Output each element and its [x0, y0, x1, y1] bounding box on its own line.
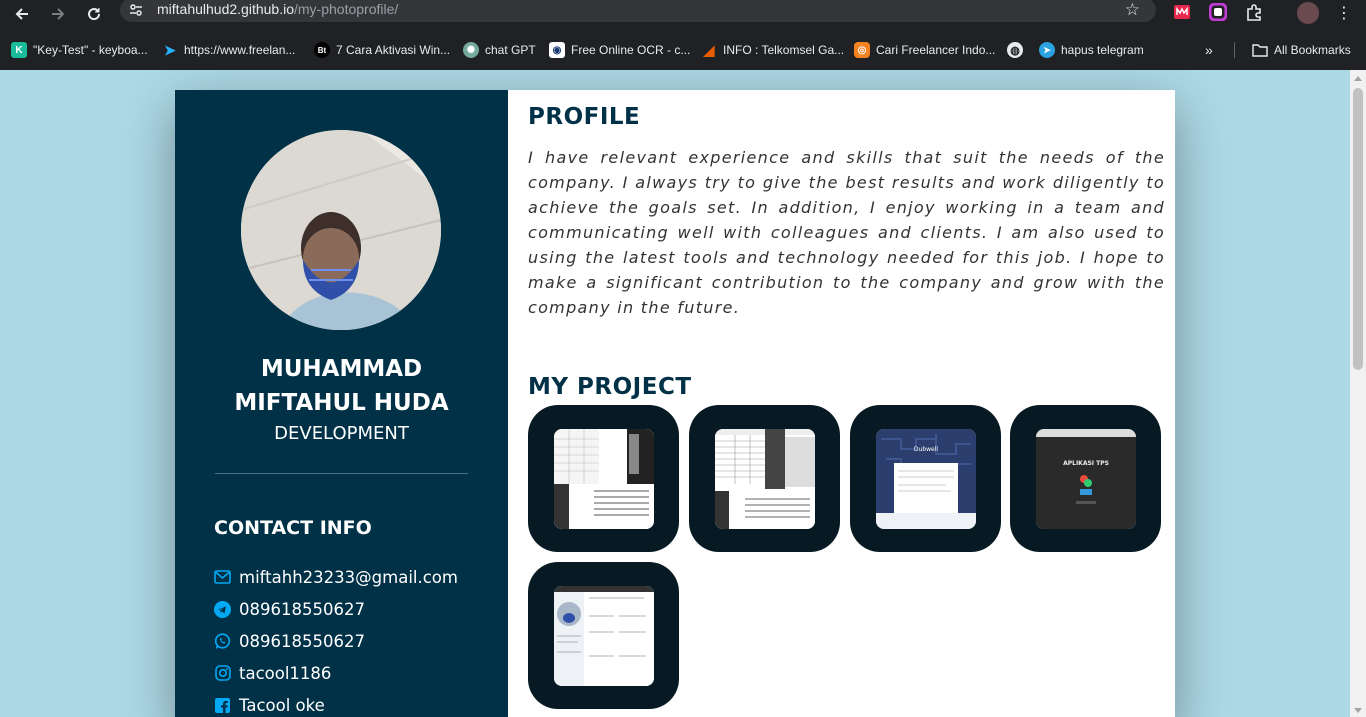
browser-chrome: miftahulhud2.github.io/my-photoprofile/ …: [0, 0, 1366, 70]
scrollbar-thumb[interactable]: [1353, 88, 1363, 370]
bookmark-label: Cari Freelancer Indo...: [876, 43, 996, 57]
freelancer-icon: ➤: [164, 41, 176, 58]
facebook-icon: [214, 697, 231, 714]
project-card-4[interactable]: APLIKASI TPS: [1010, 405, 1161, 552]
bookmark-label: INFO : Telkomsel Ga...: [723, 43, 845, 57]
folder-icon: [1252, 42, 1268, 58]
project-card-5[interactable]: [528, 562, 679, 709]
bookmark-label: hapus telegram: [1061, 43, 1144, 57]
project-card-3[interactable]: Dubwell: [850, 405, 1001, 552]
bookmark-item[interactable]: ➤ hapus telegram: [1039, 40, 1144, 60]
contact-whatsapp[interactable]: 089618550627: [214, 629, 365, 653]
sribulancer-icon: ◎: [854, 42, 870, 58]
extension-red-icon[interactable]: [1172, 2, 1192, 22]
telegram-icon: ➤: [1039, 42, 1055, 58]
ocr-icon: ◉: [549, 42, 565, 58]
svg-text:Dubwell: Dubwell: [913, 446, 937, 453]
profile-heading: PROFILE: [528, 104, 641, 130]
chatgpt-icon: ✺: [463, 42, 479, 58]
contact-email[interactable]: miftahh23233@gmail.com: [214, 565, 458, 589]
browser-toolbar: miftahulhud2.github.io/my-photoprofile/ …: [0, 0, 1366, 34]
project-heading: MY PROJECT: [528, 374, 692, 400]
name-line-1: MUHAMMAD: [260, 356, 423, 382]
globe-icon: ◍: [1007, 42, 1023, 58]
contact-telegram[interactable]: 089618550627: [214, 597, 365, 621]
project-thumbnail: Dubwell: [875, 428, 976, 529]
page-viewport: MUHAMMAD MIFTAHUL HUDA DEVELOPMENT CONTA…: [0, 70, 1350, 717]
reload-icon[interactable]: [80, 0, 108, 28]
browser-menu-icon[interactable]: ⋮: [1334, 2, 1354, 22]
bookmark-label: Free Online OCR - c...: [571, 43, 691, 57]
bookmark-item[interactable]: ◍: [1007, 40, 1029, 60]
project-thumbnail: [553, 585, 654, 686]
bookmark-label: chat GPT: [485, 43, 536, 57]
project-card-1[interactable]: [528, 405, 679, 552]
extensions-puzzle-icon[interactable]: [1244, 2, 1264, 22]
bookmark-label: 7 Cara Aktivasi Win...: [336, 43, 451, 57]
profile-name: MUHAMMAD MIFTAHUL HUDA: [175, 352, 508, 420]
bookmark-label: "Key-Test" - keyboa...: [33, 43, 148, 57]
project-caption: APLIKASI TPS: [1063, 460, 1109, 467]
bookmark-item[interactable]: Bt 7 Cara Aktivasi Win...: [314, 40, 450, 60]
project-thumbnail: [714, 428, 815, 529]
forward-icon[interactable]: [44, 0, 72, 28]
profile-description: I have relevant experience and skills th…: [528, 148, 1165, 317]
scroll-up-icon[interactable]: [1354, 76, 1362, 81]
contact-info-heading: CONTACT INFO: [214, 517, 372, 539]
bookmark-item[interactable]: ◎ Cari Freelancer Indo...: [854, 40, 995, 60]
project-card-2[interactable]: [689, 405, 840, 552]
scroll-down-icon[interactable]: [1354, 708, 1362, 713]
telkomsel-icon: ◢: [703, 41, 715, 58]
keytest-icon: K: [11, 42, 27, 58]
bookmark-item[interactable]: K "Key-Test" - keyboa...: [11, 40, 148, 60]
telegram-icon: [214, 600, 231, 618]
bookmark-item[interactable]: ◢ INFO : Telkomsel Ga...: [701, 40, 845, 60]
profile-role: DEVELOPMENT: [274, 423, 409, 444]
project-thumbnail: [553, 428, 654, 529]
contact-text: 089618550627: [239, 631, 365, 651]
extension-color-icon[interactable]: [1208, 2, 1228, 22]
address-bar[interactable]: miftahulhud2.github.io/my-photoprofile/ …: [120, 0, 1156, 22]
bookmark-item[interactable]: ➤ https://www.freelan...: [162, 40, 295, 60]
url-text: miftahulhud2.github.io/my-photoprofile/: [157, 1, 399, 17]
bt-icon: Bt: [314, 42, 330, 58]
bookmarks-bar: K "Key-Test" - keyboa... ➤ https://www.f…: [0, 36, 1366, 62]
resume-card: MUHAMMAD MIFTAHUL HUDA DEVELOPMENT CONTA…: [175, 90, 1175, 717]
instagram-icon: [214, 665, 231, 682]
page-scrollbar[interactable]: [1350, 70, 1366, 717]
project-thumbnail: APLIKASI TPS: [1035, 428, 1136, 529]
whatsapp-icon: [214, 632, 231, 650]
contact-text: tacool1186: [239, 663, 332, 683]
bookmark-label: https://www.freelan...: [184, 43, 296, 57]
main-content: PROFILE I have relevant experience and s…: [508, 90, 1175, 717]
bookmarks-divider: [1234, 42, 1235, 58]
contact-facebook[interactable]: Tacool oke: [214, 693, 325, 717]
contact-text: miftahh23233@gmail.com: [239, 567, 458, 587]
contact-text: Tacool oke: [239, 695, 325, 715]
site-info-icon[interactable]: [128, 2, 144, 18]
name-line-2: MIFTAHUL HUDA: [234, 390, 449, 416]
profile-photo: [241, 130, 441, 330]
contact-instagram[interactable]: tacool1186: [214, 661, 331, 685]
more-bookmarks-icon[interactable]: »: [1205, 40, 1213, 60]
email-icon: [214, 569, 231, 586]
bookmark-star-icon[interactable]: ☆: [1125, 0, 1140, 20]
bookmark-item[interactable]: ◉ Free Online OCR - c...: [549, 40, 690, 60]
contact-text: 089618550627: [239, 599, 365, 619]
bookmark-item[interactable]: ✺ chat GPT: [463, 40, 536, 60]
sidebar: MUHAMMAD MIFTAHUL HUDA DEVELOPMENT CONTA…: [175, 90, 508, 717]
back-icon[interactable]: [8, 0, 36, 28]
sidebar-divider: [215, 473, 468, 474]
profile-avatar-icon[interactable]: [1297, 2, 1319, 24]
all-bookmarks-button[interactable]: All Bookmarks: [1252, 40, 1351, 60]
all-bookmarks-label: All Bookmarks: [1274, 43, 1351, 57]
